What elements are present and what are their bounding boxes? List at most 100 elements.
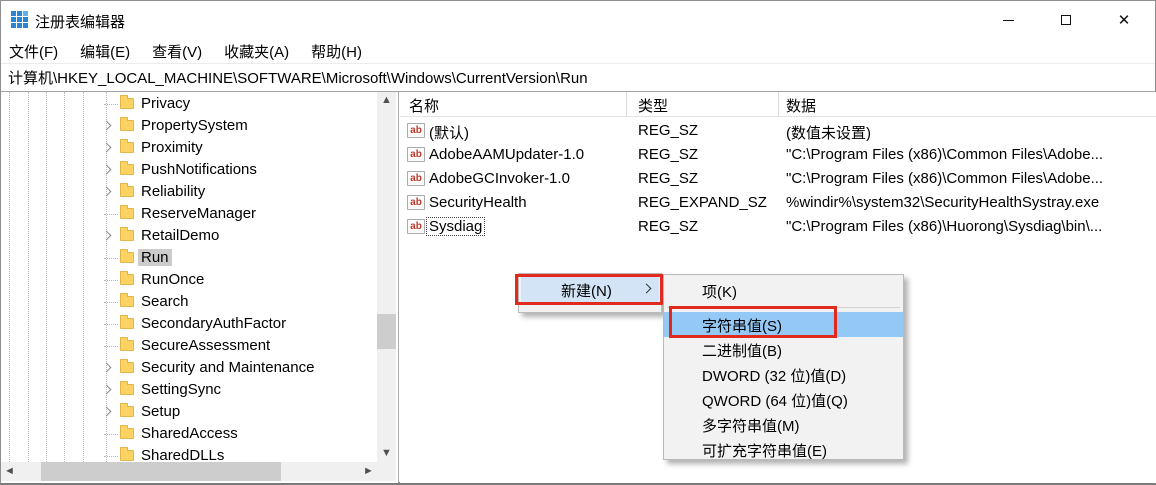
- tree-item-reliability[interactable]: Reliability: [1, 181, 376, 203]
- folder-icon: [120, 208, 134, 219]
- menu-edit[interactable]: 编辑(E): [80, 41, 141, 62]
- close-button[interactable]: ✕: [1095, 1, 1153, 39]
- submenu-item-qword-value[interactable]: QWORD (64 位)值(Q): [664, 387, 903, 412]
- scroll-up-icon[interactable]: ▲: [377, 92, 396, 109]
- registry-path: 计算机\HKEY_LOCAL_MACHINE\SOFTWARE\Microsof…: [1, 67, 588, 88]
- menu-bar: 文件(F) 编辑(E) 查看(V) 收藏夹(A) 帮助(H): [1, 39, 1155, 63]
- column-header-type[interactable]: 类型: [638, 95, 668, 116]
- folder-icon: [120, 98, 134, 109]
- registry-editor-window: 注册表编辑器 ✕ 文件(F) 编辑(E) 查看(V) 收藏夹(A) 帮助(H) …: [0, 0, 1156, 485]
- expand-chevron-icon[interactable]: [102, 187, 112, 197]
- string-value-icon: ab: [407, 219, 425, 234]
- tree-item-settingsync[interactable]: SettingSync: [1, 379, 376, 401]
- value-row-securityhealth[interactable]: ab SecurityHealth REG_EXPAND_SZ %windir%…: [400, 191, 1156, 215]
- tree-item-reservemanager[interactable]: ReserveManager: [1, 203, 376, 225]
- tree-connector: [104, 346, 118, 347]
- folder-icon: [120, 296, 134, 307]
- tree-item-runonce[interactable]: RunOnce: [1, 269, 376, 291]
- expand-chevron-icon[interactable]: [102, 165, 112, 175]
- expand-chevron-icon[interactable]: [102, 231, 112, 241]
- tree-horizontal-scrollbar[interactable]: ◄ ►: [1, 462, 377, 481]
- column-header-name[interactable]: 名称: [409, 95, 439, 116]
- tree-item-pushnotifications[interactable]: PushNotifications: [1, 159, 376, 181]
- menu-favorites[interactable]: 收藏夹(A): [224, 41, 300, 62]
- horizontal-scroll-thumb[interactable]: [41, 462, 281, 481]
- value-row-adobegcinvoker[interactable]: ab AdobeGCInvoker-1.0 REG_SZ "C:\Program…: [400, 167, 1156, 191]
- tree-item-secondaryauthfactor[interactable]: SecondaryAuthFactor: [1, 313, 376, 335]
- submenu-item-dword-value[interactable]: DWORD (32 位)值(D): [664, 362, 903, 387]
- address-bar[interactable]: 计算机\HKEY_LOCAL_MACHINE\SOFTWARE\Microsof…: [1, 63, 1155, 92]
- folder-icon: [120, 252, 134, 263]
- folder-icon: [120, 318, 134, 329]
- window-title: 注册表编辑器: [35, 11, 125, 32]
- column-separator[interactable]: [778, 92, 779, 117]
- folder-icon: [120, 230, 134, 241]
- value-row-default[interactable]: ab (默认) REG_SZ (数值未设置): [400, 119, 1156, 143]
- submenu-item-string-value[interactable]: 字符串值(S): [664, 312, 903, 337]
- tree-item-sharedaccess[interactable]: SharedAccess: [1, 423, 376, 445]
- value-row-sysdiag[interactable]: ab Sysdiag REG_SZ "C:\Program Files (x86…: [400, 215, 1156, 239]
- string-value-icon: ab: [407, 123, 425, 138]
- submenu-item-multi-string-value[interactable]: 多字符串值(M): [664, 412, 903, 437]
- tree-item-run[interactable]: Run: [1, 247, 376, 269]
- submenu-item-key[interactable]: 项(K): [664, 278, 903, 303]
- expand-chevron-icon[interactable]: [102, 363, 112, 373]
- scroll-right-icon[interactable]: ►: [360, 462, 377, 481]
- tree-vertical-scrollbar[interactable]: ▲ ▼: [377, 92, 396, 462]
- folder-icon: [120, 406, 134, 417]
- tree-item-privacy[interactable]: Privacy: [1, 93, 376, 115]
- context-menu: 新建(N): [518, 273, 662, 313]
- new-submenu: 项(K) 字符串值(S) 二进制值(B) DWORD (32 位)值(D) QW…: [663, 274, 904, 460]
- tree-item-retaildemo[interactable]: RetailDemo: [1, 225, 376, 247]
- tree-item-security-and-maintenance[interactable]: Security and Maintenance: [1, 357, 376, 379]
- tree-connector: [104, 280, 118, 281]
- tree-connector: [104, 302, 118, 303]
- value-row-adobeaamupdater[interactable]: ab AdobeAAMUpdater-1.0 REG_SZ "C:\Progra…: [400, 143, 1156, 167]
- expand-chevron-icon[interactable]: [102, 385, 112, 395]
- vertical-scroll-thumb[interactable]: [377, 314, 396, 349]
- folder-icon: [120, 142, 134, 153]
- folder-icon: [120, 384, 134, 395]
- expand-chevron-icon[interactable]: [102, 407, 112, 417]
- minimize-button[interactable]: [979, 1, 1037, 39]
- tree-connector: [104, 104, 118, 105]
- folder-icon: [120, 186, 134, 197]
- folder-icon: [120, 340, 134, 351]
- menu-separator: [664, 303, 903, 312]
- folder-icon: [120, 274, 134, 285]
- submenu-arrow-icon: [642, 284, 652, 294]
- menu-help[interactable]: 帮助(H): [311, 41, 373, 62]
- tree-connector: [104, 214, 118, 215]
- tree-connector: [104, 258, 118, 259]
- expand-chevron-icon[interactable]: [102, 121, 112, 131]
- maximize-button[interactable]: [1037, 1, 1095, 39]
- column-header-data[interactable]: 数据: [786, 95, 816, 116]
- tree-connector: [104, 324, 118, 325]
- string-value-icon: ab: [407, 195, 425, 210]
- menu-view[interactable]: 查看(V): [152, 41, 213, 62]
- tree-connector: [104, 434, 118, 435]
- column-separator[interactable]: [626, 92, 627, 117]
- submenu-item-expandable-string-value[interactable]: 可扩充字符串值(E): [664, 437, 903, 462]
- maximize-icon: [1061, 15, 1071, 25]
- expand-chevron-icon[interactable]: [102, 143, 112, 153]
- close-icon: ✕: [1118, 11, 1131, 29]
- tree-item-setup[interactable]: Setup: [1, 401, 376, 423]
- folder-icon: [120, 120, 134, 131]
- string-value-icon: ab: [407, 147, 425, 162]
- scroll-left-icon[interactable]: ◄: [1, 462, 18, 481]
- scrollbar-corner: [377, 462, 396, 481]
- submenu-item-binary-value[interactable]: 二进制值(B): [664, 337, 903, 362]
- title-bar: 注册表编辑器 ✕: [1, 1, 1155, 39]
- tree-item-proximity[interactable]: Proximity: [1, 137, 376, 159]
- minimize-icon: [1003, 20, 1014, 21]
- scroll-down-icon[interactable]: ▼: [377, 445, 396, 462]
- focused-value-name: Sysdiag: [427, 218, 484, 235]
- menu-file[interactable]: 文件(F): [9, 41, 69, 62]
- tree-item-propertysystem[interactable]: PropertySystem: [1, 115, 376, 137]
- tree-item-secureassessment[interactable]: SecureAssessment: [1, 335, 376, 357]
- context-menu-item-new[interactable]: 新建(N): [521, 276, 659, 302]
- tree-item-search[interactable]: Search: [1, 291, 376, 313]
- folder-icon: [120, 362, 134, 373]
- string-value-icon: ab: [407, 171, 425, 186]
